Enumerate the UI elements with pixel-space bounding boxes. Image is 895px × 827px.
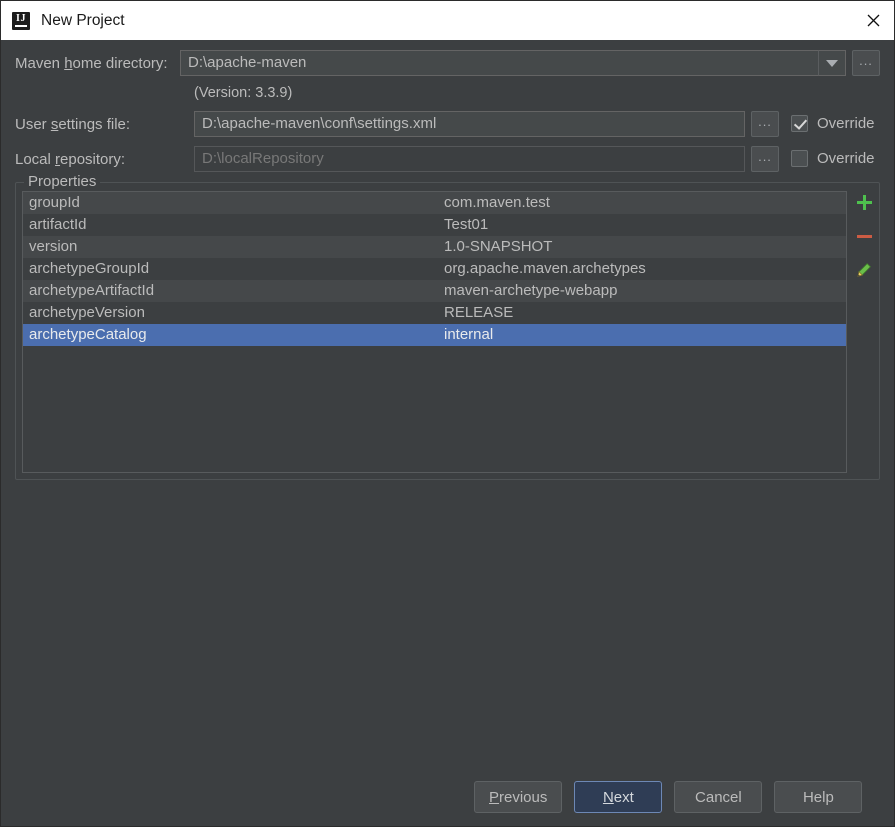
local-repository-label: Local repository:: [15, 150, 126, 168]
table-row[interactable]: archetypeGroupId org.apache.maven.archety…: [23, 258, 846, 280]
properties-actions-toolbar: [849, 191, 879, 281]
intellij-idea-logo-icon: IJ: [12, 11, 30, 30]
minus-icon: [856, 234, 872, 238]
properties-group: Properties groupId com.maven.test artifact…: [15, 173, 880, 480]
next-button[interactable]: Next: [574, 781, 663, 813]
local-repository-override-label: Override: [817, 150, 875, 167]
local-repository-row: Local repository: D:\localRepository ...: [15, 146, 880, 172]
maven-home-label: Maven home directory:: [15, 54, 168, 72]
close-icon[interactable]: [850, 1, 894, 40]
user-settings-label: User settings file:: [15, 115, 131, 133]
cancel-button[interactable]: Cancel: [674, 781, 763, 813]
property-value: org.apache.maven.archetypes: [444, 260, 646, 277]
property-key: artifactId: [29, 216, 87, 233]
table-row[interactable]: archetypeArtifactId maven-archetype-webap…: [23, 280, 846, 302]
maven-home-input[interactable]: D:\apache-maven: [180, 50, 818, 76]
property-value: maven-archetype-webapp: [444, 282, 618, 299]
property-key: groupId: [29, 194, 80, 211]
user-settings-row: User settings file: D:\apache-maven\conf…: [15, 111, 880, 137]
add-property-button[interactable]: [849, 191, 879, 213]
table-row[interactable]: archetypeVersion RELEASE: [23, 302, 846, 324]
property-value: RELEASE: [444, 304, 514, 321]
user-settings-browse-button[interactable]: ...: [751, 111, 779, 137]
remove-property-button[interactable]: [849, 225, 879, 247]
property-key: archetypeCatalog: [29, 326, 147, 343]
local-repository-override-checkbox[interactable]: [791, 150, 808, 167]
property-value: 1.0-SNAPSHOT: [444, 238, 553, 255]
property-key: version: [29, 238, 78, 255]
chevron-down-icon[interactable]: [818, 50, 846, 76]
table-row[interactable]: archetypeCatalog internal: [23, 324, 846, 346]
property-value: Test01: [444, 216, 489, 233]
property-key: archetypeArtifactId: [29, 282, 155, 299]
user-settings-input[interactable]: D:\apache-maven\conf\settings.xml: [194, 111, 745, 137]
previous-button[interactable]: Previous: [474, 781, 563, 813]
maven-version-note: (Version: 3.3.9): [194, 85, 293, 101]
edit-property-button[interactable]: [849, 259, 879, 281]
local-repository-browse-button[interactable]: ...: [751, 146, 779, 172]
dialog-buttons: Previous Next Cancel Help: [474, 781, 863, 813]
table-row[interactable]: artifactId Test01: [23, 214, 846, 236]
table-row[interactable]: groupId com.maven.test: [23, 192, 846, 214]
window-title: New Project: [41, 12, 125, 29]
local-repository-input[interactable]: D:\localRepository: [194, 146, 745, 172]
new-project-dialog: IJ New Project Maven home directory: D:\…: [0, 0, 895, 827]
property-value: internal: [444, 326, 494, 343]
property-key: archetypeGroupId: [29, 260, 150, 277]
table-row[interactable]: version 1.0-SNAPSHOT: [23, 236, 846, 258]
dialog-body: Maven home directory: D:\apache-maven ..…: [1, 40, 894, 826]
user-settings-override-checkbox[interactable]: [791, 115, 808, 132]
maven-home-browse-button[interactable]: ...: [852, 50, 880, 76]
plus-icon: [856, 194, 872, 210]
property-value: com.maven.test: [444, 194, 550, 211]
help-button[interactable]: Help: [774, 781, 863, 813]
user-settings-override-label: Override: [817, 115, 875, 132]
title-bar: IJ New Project: [1, 1, 894, 40]
pencil-icon: [857, 263, 871, 277]
properties-group-title: Properties: [24, 173, 101, 190]
user-settings-override-row[interactable]: Override: [791, 115, 875, 132]
properties-table[interactable]: groupId com.maven.test artifactId Test01 ver…: [22, 191, 847, 473]
local-repository-override-row[interactable]: Override: [791, 150, 875, 167]
maven-home-row: Maven home directory: D:\apache-maven ..…: [15, 50, 880, 76]
property-key: archetypeVersion: [29, 304, 145, 321]
